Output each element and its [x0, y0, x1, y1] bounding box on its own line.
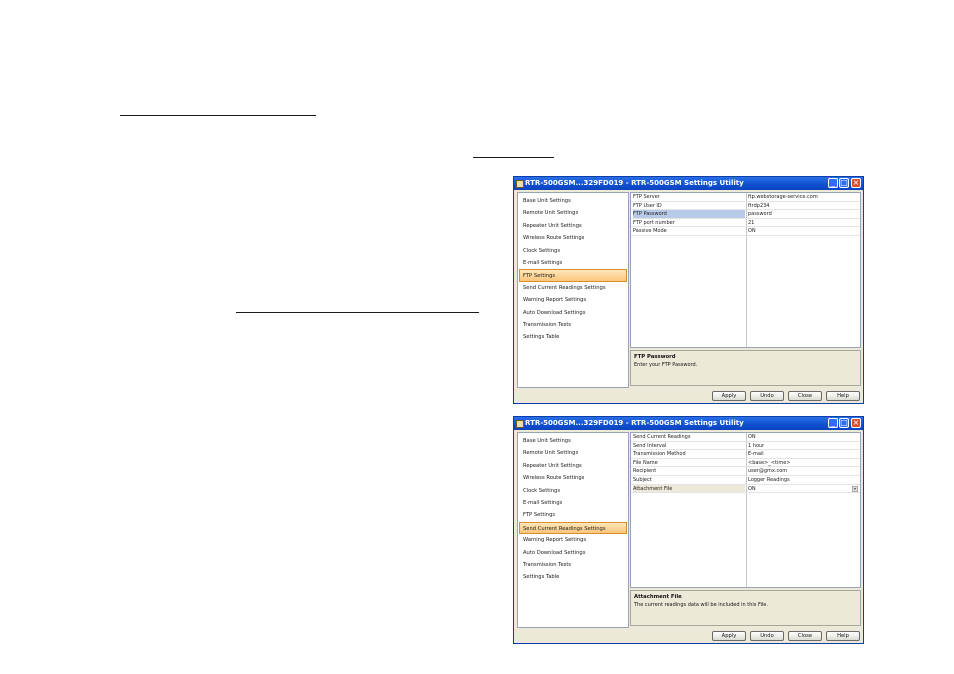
- property-grid: FTP Server ftp.webstorage-service.com FTP…: [630, 192, 861, 348]
- property-key: Recipient: [633, 468, 657, 475]
- nav-item-ftp[interactable]: FTP Settings: [519, 269, 627, 282]
- window-title: RTR-500GSM...329FD019 - RTR-500GSM Setti…: [525, 179, 744, 187]
- settings-nav: Base Unit Settings Remote Unit Settings …: [517, 192, 629, 388]
- dropdown-arrow-icon[interactable]: ▾: [852, 485, 858, 492]
- property-key: FTP port number: [633, 219, 675, 226]
- property-key: File Name: [633, 459, 658, 466]
- nav-item-base-unit[interactable]: Base Unit Settings: [518, 435, 628, 447]
- help-button[interactable]: Help: [826, 391, 860, 401]
- close-icon[interactable]: ×: [851, 178, 861, 188]
- nav-item-repeater-unit[interactable]: Repeater Unit Settings: [518, 220, 628, 232]
- maximize-icon[interactable]: □: [839, 418, 849, 428]
- property-row[interactable]: Passive Mode ON: [631, 227, 860, 236]
- button-bar: Apply Undo Close Help: [712, 391, 860, 401]
- property-row[interactable]: Recipient user@gmx.com: [631, 467, 860, 476]
- description-panel: FTP Password Enter your FTP Password.: [630, 350, 861, 386]
- description-text: The current readings data will be includ…: [634, 602, 768, 608]
- help-button[interactable]: Help: [826, 631, 860, 641]
- property-row-selected[interactable]: FTP Password password: [631, 210, 860, 219]
- property-row[interactable]: FTP User ID ftrdp234: [631, 202, 860, 211]
- nav-item-transmission-tests[interactable]: Transmission Tests: [518, 559, 628, 571]
- apply-button[interactable]: Apply: [712, 391, 746, 401]
- property-row[interactable]: Subject Logger Readings: [631, 476, 860, 485]
- close-button[interactable]: Close: [788, 391, 822, 401]
- minimize-icon[interactable]: _: [828, 418, 838, 428]
- nav-item-repeater-unit[interactable]: Repeater Unit Settings: [518, 460, 628, 472]
- property-row[interactable]: File Name <base>_<time>: [631, 459, 860, 468]
- nav-item-remote-unit[interactable]: Remote Unit Settings: [518, 447, 628, 459]
- property-value[interactable]: 1 hour: [748, 442, 860, 450]
- nav-item-base-unit[interactable]: Base Unit Settings: [518, 195, 628, 207]
- link-underline: [120, 115, 316, 116]
- nav-item-warning-report[interactable]: Warning Report Settings: [518, 294, 628, 306]
- nav-item-ftp[interactable]: FTP Settings: [518, 509, 628, 521]
- undo-button[interactable]: Undo: [750, 391, 784, 401]
- nav-item-clock[interactable]: Clock Settings: [518, 485, 628, 497]
- settings-window-send-current-readings: RTR-500GSM...329FD019 - RTR-500GSM Setti…: [513, 416, 864, 644]
- nav-item-email[interactable]: E-mail Settings: [518, 497, 628, 509]
- property-value[interactable]: password: [748, 210, 860, 218]
- property-row[interactable]: FTP port number 21: [631, 219, 860, 228]
- property-key: Subject: [633, 476, 652, 483]
- settings-window-ftp: RTR-500GSM...329FD019 - RTR-500GSM Setti…: [513, 176, 864, 404]
- property-value[interactable]: ftp.webstorage-service.com: [748, 193, 860, 201]
- nav-item-settings-table[interactable]: Settings Table: [518, 331, 628, 343]
- property-key: Attachment File: [633, 484, 745, 493]
- property-key: FTP User ID: [633, 202, 662, 209]
- property-key: Send Current Readings: [633, 434, 691, 440]
- description-panel: Attachment File The current readings dat…: [630, 590, 861, 626]
- nav-item-wireless-route[interactable]: Wireless Route Settings: [518, 232, 628, 244]
- property-value[interactable]: E-mail: [748, 450, 860, 458]
- property-value[interactable]: <base>_<time>: [748, 459, 860, 467]
- description-text: Enter your FTP Password.: [634, 362, 698, 368]
- property-value[interactable]: Logger Readings: [748, 476, 860, 484]
- link-underline: [473, 157, 554, 158]
- description-title: FTP Password: [634, 354, 676, 360]
- nav-item-warning-report[interactable]: Warning Report Settings: [518, 534, 628, 546]
- button-bar: Apply Undo Close Help: [712, 631, 860, 641]
- window-title: RTR-500GSM...329FD019 - RTR-500GSM Setti…: [525, 419, 744, 427]
- close-button[interactable]: Close: [788, 631, 822, 641]
- apply-button[interactable]: Apply: [712, 631, 746, 641]
- property-key: Transmission Method: [633, 451, 686, 458]
- app-icon: [516, 420, 524, 428]
- settings-nav: Base Unit Settings Remote Unit Settings …: [517, 432, 629, 628]
- property-row[interactable]: Transmission Method E-mail: [631, 450, 860, 459]
- nav-item-clock[interactable]: Clock Settings: [518, 245, 628, 257]
- nav-item-auto-download[interactable]: Auto Download Settings: [518, 547, 628, 559]
- property-row-selected[interactable]: Attachment File ON ▾: [631, 484, 860, 494]
- nav-item-email[interactable]: E-mail Settings: [518, 257, 628, 269]
- property-value[interactable]: ftrdp234: [748, 202, 860, 210]
- minimize-icon[interactable]: _: [828, 178, 838, 188]
- property-grid: Send Current Readings ON Send Interval 1 h…: [630, 432, 861, 588]
- property-value-dropdown[interactable]: ON ▾: [748, 485, 860, 493]
- nav-item-remote-unit[interactable]: Remote Unit Settings: [518, 207, 628, 219]
- nav-item-transmission-tests[interactable]: Transmission Tests: [518, 319, 628, 331]
- app-icon: [516, 180, 524, 188]
- property-row[interactable]: Send Current Readings ON: [631, 433, 860, 442]
- property-key: FTP Server: [633, 194, 660, 200]
- property-value[interactable]: 21: [748, 219, 860, 227]
- description-title: Attachment File: [634, 594, 682, 600]
- property-value: ON: [748, 485, 756, 492]
- title-bar[interactable]: RTR-500GSM...329FD019 - RTR-500GSM Setti…: [514, 177, 863, 190]
- close-icon[interactable]: ×: [851, 418, 861, 428]
- property-row[interactable]: Send Interval 1 hour: [631, 442, 860, 451]
- nav-item-auto-download[interactable]: Auto Download Settings: [518, 307, 628, 319]
- property-value[interactable]: ON: [748, 227, 860, 235]
- property-value[interactable]: user@gmx.com: [748, 467, 860, 475]
- nav-item-send-current-readings[interactable]: Send Current Readings Settings: [519, 521, 627, 535]
- link-underline: [236, 312, 479, 313]
- title-bar[interactable]: RTR-500GSM...329FD019 - RTR-500GSM Setti…: [514, 417, 863, 430]
- undo-button[interactable]: Undo: [750, 631, 784, 641]
- property-value[interactable]: ON: [748, 433, 860, 441]
- nav-item-wireless-route[interactable]: Wireless Route Settings: [518, 472, 628, 484]
- property-key: FTP Password: [633, 210, 745, 218]
- nav-item-send-current-readings[interactable]: Send Current Readings Settings: [518, 282, 628, 294]
- property-key: Passive Mode: [633, 228, 667, 235]
- nav-item-settings-table[interactable]: Settings Table: [518, 571, 628, 583]
- property-row[interactable]: FTP Server ftp.webstorage-service.com: [631, 193, 860, 202]
- maximize-icon[interactable]: □: [839, 178, 849, 188]
- property-key: Send Interval: [633, 442, 667, 449]
